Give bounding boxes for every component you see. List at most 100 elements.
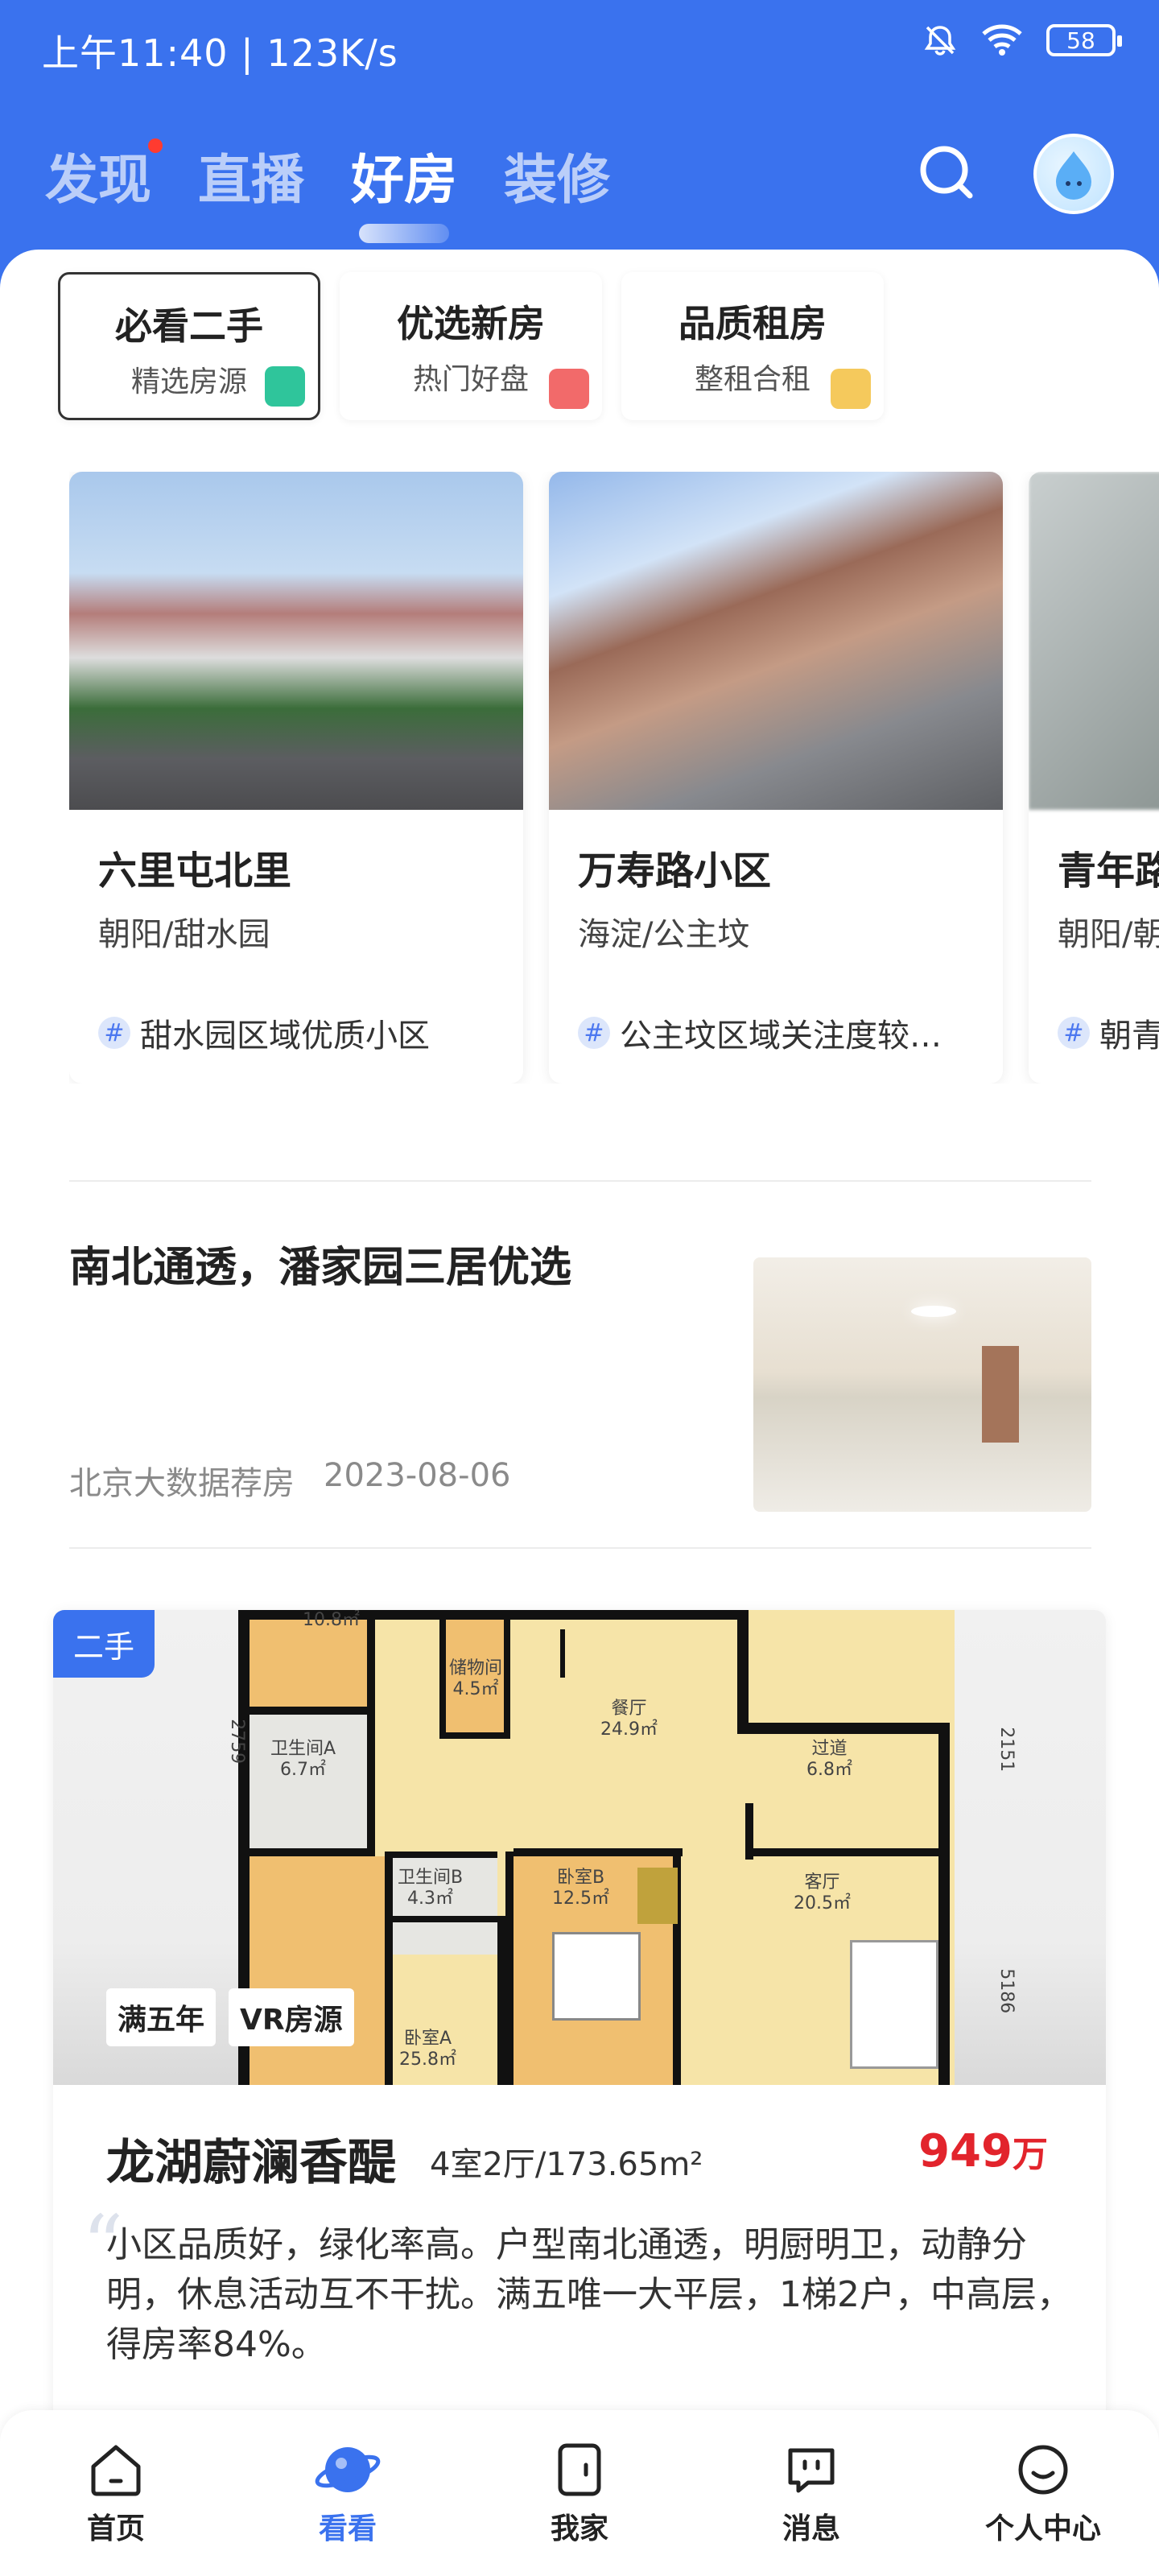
active-tab-indicator (359, 224, 449, 243)
hashtag-icon: # (578, 1017, 610, 1049)
room-label: 餐厅 24.9㎡ (600, 1699, 658, 1740)
wall (439, 1732, 504, 1739)
dimension-label: 2151 (996, 1727, 1017, 1773)
community-photo (69, 472, 523, 810)
search-button[interactable] (909, 135, 982, 208)
community-card[interactable]: 六里屯北里 朝阳/甜水园 # 甜水园区域优质小区 (69, 472, 523, 1084)
tab-label: 装修 (504, 149, 610, 211)
house-icon (265, 366, 305, 407)
divider (69, 1180, 1091, 1182)
tag-text: 甜水园区域优质小区 (140, 1018, 430, 1055)
message-icon (788, 2448, 835, 2493)
listing-type-badge: 二手 (53, 1610, 155, 1678)
community-area: 朝阳/甜水园 (98, 916, 270, 953)
tab-good-house[interactable]: 好房 (351, 137, 457, 243)
wall (367, 1610, 375, 1852)
community-tag: # 朝青 (1058, 1009, 1159, 1056)
bottom-nav: 首页 看看 我家 消息 个人中心 (0, 2410, 1159, 2576)
content-panel: 必看二手 精选房源 优选新房 热门好盘 品质租房 整租合租 六里屯北里 朝阳/甜… (0, 250, 1159, 2576)
nav-profile[interactable]: 个人中心 (955, 2439, 1132, 2547)
tab-label: 好房 (351, 149, 457, 211)
wifi-icon (980, 24, 1024, 56)
price-unit: 万 (1013, 2134, 1048, 2175)
nav-label: 消息 (782, 2512, 840, 2545)
community-area: 海淀/公主坟 (578, 916, 750, 953)
bed-shape (552, 1932, 641, 2021)
nav-label: 我家 (550, 2512, 608, 2545)
room-label: 储物间 4.5㎡ (449, 1658, 503, 1700)
top-room-floor (250, 1620, 367, 1707)
listing-price: 949万 (918, 2125, 1048, 2178)
chip-rental[interactable]: 品质租房 整租合租 (621, 272, 884, 420)
wall (745, 1803, 753, 1860)
price-value: 949 (918, 2125, 1013, 2178)
wall (385, 1852, 393, 2085)
wall (497, 1916, 505, 2085)
listing-spec: 4室2厅/173.65m² (430, 2146, 703, 2183)
ceiling-lamp (911, 1306, 956, 1317)
status-icons: 58 (922, 23, 1122, 58)
nav-my-home[interactable]: 我家 (491, 2439, 668, 2547)
wall (938, 1723, 950, 2085)
wall (753, 1848, 938, 1856)
chip-second-hand[interactable]: 必看二手 精选房源 (58, 272, 320, 420)
listing-name: 龙湖蔚澜香醍 (106, 2135, 396, 2191)
dimension-label: 5186 (996, 1968, 1017, 2014)
community-card[interactable]: 青年路 朝阳/朝 # 朝青 (1029, 472, 1159, 1084)
category-chips: 必看二手 精选房源 优选新房 热门好盘 品质租房 整租合租 (58, 272, 884, 420)
community-photo (1029, 472, 1159, 810)
wall (238, 1848, 375, 1856)
community-name: 万寿路小区 (578, 848, 772, 894)
community-name: 青年路 (1058, 848, 1159, 894)
tab-live[interactable]: 直播 (198, 137, 304, 214)
wall (393, 1916, 505, 1922)
table-shape (637, 1868, 678, 1924)
search-icon (920, 146, 973, 199)
room-label: 客厅 20.5㎡ (794, 1872, 851, 1914)
door-icon (831, 369, 871, 409)
community-photo (549, 472, 1003, 810)
planet-icon (315, 2447, 381, 2492)
nav-label: 首页 (86, 2512, 145, 2545)
room-label: 卧室A 25.8㎡ (399, 2029, 456, 2070)
door-shape (982, 1346, 1019, 1443)
divider (69, 1547, 1091, 1549)
sofa-shape (850, 1940, 938, 2069)
nav-look[interactable]: 看看 (259, 2439, 436, 2547)
community-area: 朝阳/朝 (1058, 916, 1159, 953)
room-label: 卧室B 12.5㎡ (552, 1868, 609, 1909)
room-label: 10.8㎡ (303, 1610, 360, 1630)
room-label: 过道 6.8㎡ (806, 1739, 852, 1781)
tab-discover[interactable]: 发现 (45, 137, 163, 214)
bedroom-a-floor (250, 1856, 385, 2085)
wall (560, 1629, 565, 1678)
door-icon (558, 2443, 601, 2496)
mute-bell-icon (922, 23, 958, 58)
community-tag: # 公主坟区域关注度较… (578, 1009, 980, 1056)
wall (505, 1852, 514, 2085)
smile-icon (1018, 2445, 1068, 2495)
chip-title: 优选新房 (397, 302, 545, 345)
room-label: 卫生间B 4.3㎡ (398, 1868, 464, 1909)
wall (514, 1848, 683, 1856)
dimension-label: 2759 (227, 1719, 248, 1765)
hashtag-icon: # (98, 1017, 130, 1049)
chip-new-house[interactable]: 优选新房 热门好盘 (340, 272, 602, 420)
article-item[interactable]: 南北通透，潘家园三居优选 北京大数据荐房 2023-08-06 (69, 1233, 1091, 1512)
article-thumbnail (753, 1257, 1091, 1512)
tab-label: 直播 (198, 149, 304, 211)
room-label: 卫生间A 6.7㎡ (270, 1739, 336, 1781)
community-tag: # 甜水园区域优质小区 (98, 1009, 501, 1056)
nav-label: 看看 (318, 2512, 377, 2545)
wall (737, 1610, 749, 1723)
nav-home[interactable]: 首页 (27, 2439, 204, 2547)
app-header: 上午11:40 | 123K/s 58 发现 直播 好房 装修 (0, 0, 1159, 290)
community-card[interactable]: 万寿路小区 海淀/公主坟 # 公主坟区域关注度较… (549, 472, 1003, 1084)
nav-messages[interactable]: 消息 (723, 2439, 900, 2547)
tag-five-years: 满五年 (106, 1988, 217, 2046)
community-name: 六里屯北里 (98, 848, 292, 894)
tab-decoration[interactable]: 装修 (504, 137, 610, 214)
top-tab-bar: 发现 直播 好房 装修 (45, 137, 610, 243)
tag-text: 朝青 (1099, 1018, 1159, 1055)
avatar[interactable] (1033, 134, 1114, 214)
